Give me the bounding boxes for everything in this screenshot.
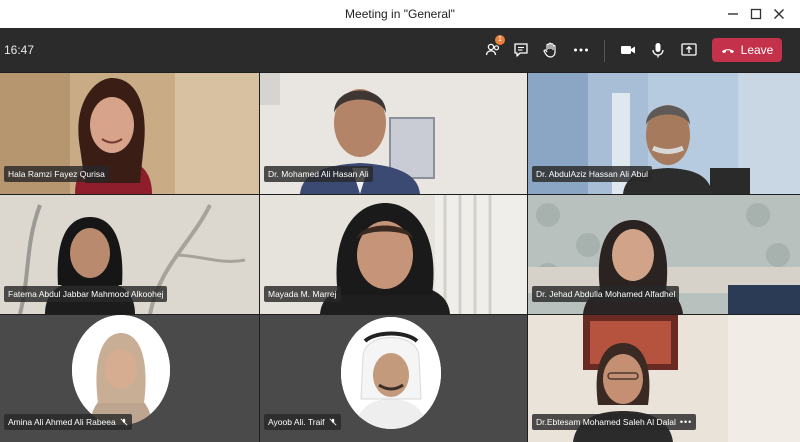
participant-name-label: Hala Ramzi Fayez Qurisa [4, 166, 109, 182]
participant-name-label: Amina Ali Ahmed Ali Rabeea [4, 414, 132, 430]
toolbar-divider [604, 40, 605, 62]
participant-tile[interactable]: Dr. AbdulAziz Hassan Ali Abul [528, 73, 800, 194]
participant-tile[interactable]: Ayoob Ali. Traif [260, 315, 527, 442]
more-actions-button[interactable] [568, 38, 594, 62]
meeting-time: 16:47 [4, 43, 35, 57]
participant-name-label: Fatema Abdul Jabbar Mahmood Alkoohej [4, 286, 168, 302]
avatar-photo [72, 315, 170, 425]
camera-icon [621, 46, 635, 54]
participant-name-label: Dr. Jehad Abdulla Mohamed Alfadhel [532, 286, 680, 302]
participant-tile[interactable]: Dr. Jehad Abdulla Mohamed Alfadhel [528, 195, 800, 314]
participant-tile[interactable]: Amina Ali Ahmed Ali Rabeea [0, 315, 259, 442]
teams-meeting-window: Meeting in "General" 16:47 1 Leave Hala … [0, 0, 800, 442]
maximize-icon[interactable] [745, 4, 767, 24]
participant-avatar [72, 315, 170, 425]
participant-tile[interactable]: Hala Ramzi Fayez Qurisa [0, 73, 259, 194]
share-screen-icon [681, 43, 697, 56]
more-options-icon[interactable]: ••• [680, 417, 692, 427]
chat-button[interactable] [508, 38, 534, 62]
avatar-photo [341, 317, 441, 429]
participant-avatar [341, 317, 441, 429]
meeting-toolbar: 16:47 1 Leave [0, 28, 800, 72]
participant-tile[interactable]: Mayada M. Marrej [260, 195, 527, 314]
microphone-button[interactable] [645, 38, 671, 62]
participant-tile[interactable]: Dr.Ebtesam Mohamed Saleh Al Dalal ••• [528, 315, 800, 442]
chat-icon [514, 43, 528, 57]
participant-name-label: Mayada M. Marrej [264, 286, 341, 302]
participant-name-label: Dr.Ebtesam Mohamed Saleh Al Dalal ••• [532, 414, 697, 430]
participant-name-label: Dr. Mohamed Ali Hasan Ali [264, 166, 373, 182]
more-icon [574, 48, 588, 52]
hand-icon [543, 42, 556, 58]
close-icon[interactable] [768, 4, 790, 24]
participant-name-label: Dr. AbdulAziz Hassan Ali Abul [532, 166, 652, 182]
hang-up-icon [721, 49, 734, 54]
mic-off-icon [329, 418, 337, 426]
minimize-icon[interactable] [722, 4, 744, 24]
leave-button[interactable]: Leave [712, 38, 782, 62]
participant-tile[interactable]: Dr. Mohamed Ali Hasan Ali [260, 73, 527, 194]
title-bar: Meeting in "General" [0, 0, 800, 28]
participants-badge: 1 [495, 35, 505, 45]
participants-button[interactable]: 1 [480, 35, 506, 62]
camera-button[interactable] [615, 38, 641, 62]
share-button[interactable] [676, 38, 702, 62]
leave-label: Leave [740, 43, 774, 57]
raise-hand-button[interactable] [537, 38, 563, 62]
participant-name-label: Ayoob Ali. Traif [264, 414, 341, 430]
microphone-icon [652, 43, 664, 58]
window-title: Meeting in "General" [345, 7, 455, 21]
mic-off-icon [120, 418, 128, 426]
participant-tile[interactable]: Fatema Abdul Jabbar Mahmood Alkoohej [0, 195, 259, 314]
